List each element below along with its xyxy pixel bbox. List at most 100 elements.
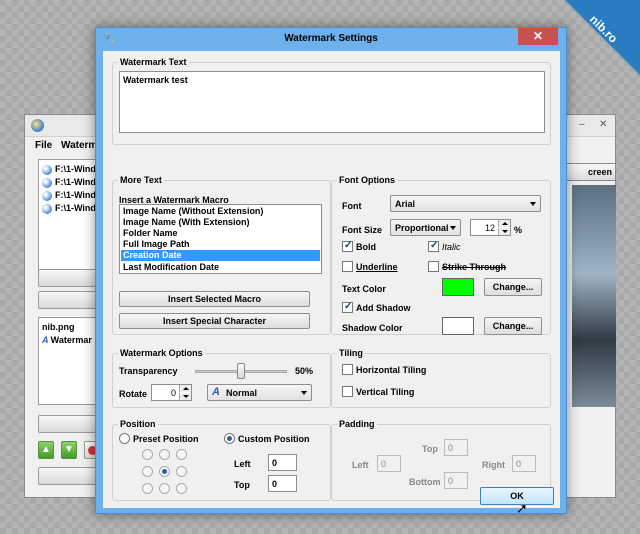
insert-special-char-button[interactable]: Insert Special Character [119,313,310,329]
shadow-color-change-button[interactable]: Change... [484,317,542,335]
vertical-tiling-label: Vertical Tiling [356,387,415,397]
watermark-options-title: Watermark Options [118,348,205,358]
process-button[interactable] [38,467,100,485]
macro-list[interactable]: Image Name (Without Extension) Image Nam… [119,204,322,274]
preview-image [572,185,616,407]
screen-button[interactable]: creen [565,163,616,181]
preset-bottom-left[interactable] [142,483,153,494]
preset-position-radio[interactable] [119,433,130,444]
rotate-stepper[interactable]: 0 [151,384,192,401]
folder-icon [42,164,52,175]
add-shadow-checkbox[interactable] [342,301,353,313]
font-size-unit: % [514,225,523,235]
padding-top-input[interactable]: 0 [444,439,468,456]
top-input[interactable]: 0 [268,475,297,492]
strike-checkbox[interactable] [428,261,439,272]
rotate-text-icon: A [212,386,220,398]
text-color-change-button[interactable]: Change... [484,278,542,296]
increment-icon[interactable] [179,385,191,392]
rotate-mode-select[interactable]: A Normal [207,384,312,401]
more-text-group: More Text Insert a Watermark Macro Image… [112,175,331,335]
italic-checkbox[interactable] [428,240,439,252]
macro-item-selected[interactable]: Creation Date [121,250,320,261]
watermark-settings-dialog: 🔧 Watermark Settings ✕ Watermark Text Wa… [95,27,567,516]
macro-item[interactable]: Last Modification Date [123,262,219,272]
text-color-swatch[interactable] [442,278,474,296]
position-title: Position [118,419,158,429]
padding-right-label: Right [482,460,505,470]
transparency-slider-thumb[interactable] [237,363,245,379]
macro-item[interactable]: Folder Name [123,228,178,238]
text-color-label: Text Color [342,284,386,294]
tree-item[interactable]: F:\1-Wind [42,177,96,188]
folder-tree[interactable]: F:\1-Wind F:\1-Wind F:\1-Wind F:\1-Wind [38,159,100,277]
shadow-color-label: Shadow Color [342,323,403,333]
vertical-tiling-checkbox[interactable] [342,386,353,397]
position-group: Position Preset Position Custom Position… [112,419,331,501]
preset-middle-right[interactable] [176,466,187,477]
preset-middle-left[interactable] [142,466,153,477]
padding-left-input[interactable]: 0 [377,455,401,472]
font-options-title: Font Options [337,175,397,185]
shadow-color-swatch[interactable] [442,317,474,335]
watermark-text-group: Watermark Text Watermark test [112,57,551,145]
rotate-label: Rotate [119,389,148,399]
arrow-up-icon[interactable]: ▲ [38,441,54,459]
list-item[interactable]: nib.png [42,322,75,332]
preset-bottom-center[interactable] [159,483,170,494]
macro-item[interactable]: Image Name (With Extension) [123,217,249,227]
bold-checkbox[interactable] [342,240,353,252]
arrow-down-icon[interactable]: ▼ [61,441,77,459]
minimize-button[interactable]: – [579,119,585,130]
italic-label: Italic [442,242,461,252]
preset-top-left[interactable] [142,449,153,460]
decrement-icon[interactable] [179,393,191,400]
preset-middle-center[interactable] [159,466,170,477]
folder-icon [42,203,52,214]
mouse-cursor-icon: ➚ [516,500,528,516]
watermark-options-group: Watermark Options Transparency 50% Rotat… [112,348,331,408]
underline-checkbox[interactable] [342,261,353,272]
tree-item[interactable]: F:\1-Wind [42,190,96,201]
decrement-icon[interactable] [498,228,510,235]
increment-icon[interactable] [498,220,510,227]
preset-top-center[interactable] [159,449,170,460]
preset-bottom-right[interactable] [176,483,187,494]
macro-item-label: Creation Date [123,250,182,260]
font-select[interactable]: Arial [390,195,541,212]
add-file-button[interactable] [38,269,100,287]
menu-file[interactable]: File [35,140,52,151]
chevron-down-icon [450,226,456,230]
custom-position-radio[interactable] [224,433,235,444]
chevron-down-icon [301,391,307,395]
tiling-title: Tiling [337,348,365,358]
list-item[interactable]: A Watermar [42,335,92,345]
left-label: Left [234,459,251,469]
tree-item[interactable]: F:\1-Wind [42,203,96,214]
text-icon: A [42,335,51,345]
macro-item[interactable]: Full Image Path [123,239,190,249]
padding-bottom-input[interactable]: 0 [444,472,468,489]
app-icon [31,119,44,132]
watermark-text-input[interactable]: Watermark test [119,71,545,133]
macro-item[interactable]: Image Name (Without Extension) [123,206,263,216]
dialog-body: Watermark Text Watermark test More Text … [103,51,560,508]
more-text-title: More Text [118,175,164,185]
insert-macro-button[interactable]: Insert Selected Macro [119,291,310,307]
chevron-down-icon [530,202,536,206]
font-size-stepper[interactable]: 12 [470,219,511,236]
font-size-mode-select[interactable]: Proportional [390,219,461,236]
padding-right-input[interactable]: 0 [512,455,536,472]
left-input[interactable]: 0 [268,454,297,471]
horizontal-tiling-checkbox[interactable] [342,364,353,375]
image-list[interactable]: nib.png A Watermar [38,317,100,405]
close-icon[interactable]: ✕ [599,119,607,130]
move-button[interactable] [38,415,100,433]
preset-top-right[interactable] [176,449,187,460]
underline-label: Underline [356,262,398,272]
font-options-group: Font Options Font Arial Font Size Propor… [331,175,551,335]
bold-label: Bold [356,242,376,252]
tree-item[interactable]: F:\1-Wind [42,164,96,175]
dialog-close-button[interactable]: ✕ [518,28,558,45]
add-folder-button[interactable] [38,291,100,309]
